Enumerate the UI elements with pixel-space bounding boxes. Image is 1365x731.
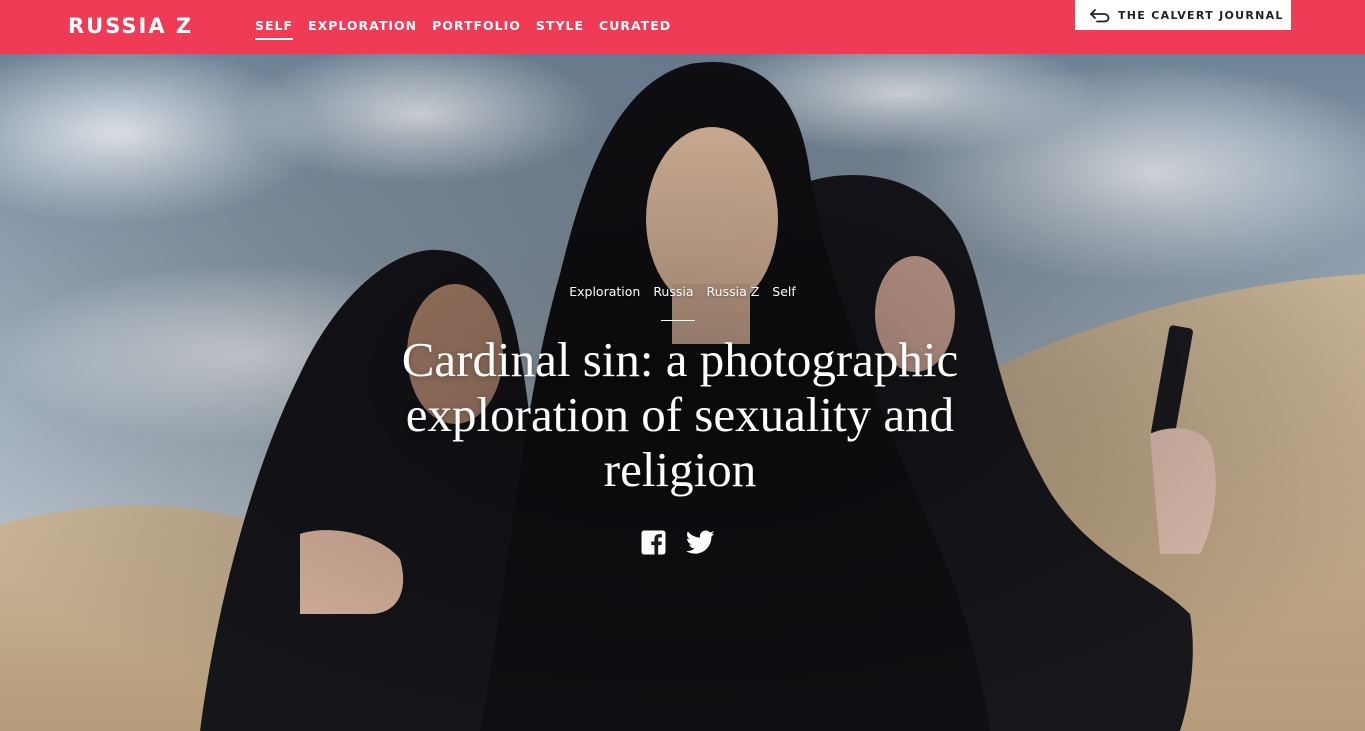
nav-item-portfolio[interactable]: PORTFOLIO: [432, 17, 521, 40]
hero-section: Exploration Russia Russia Z Self Cardina…: [0, 54, 1365, 731]
nav-item-self[interactable]: SELF: [255, 17, 294, 40]
calvert-journal-button[interactable]: THE CALVERT JOURNAL: [1075, 0, 1291, 30]
title-divider: [661, 320, 695, 321]
nav-item-exploration[interactable]: EXPLORATION: [308, 17, 417, 40]
calvert-journal-label: THE CALVERT JOURNAL: [1118, 8, 1284, 22]
main-nav: SELF EXPLORATION PORTFOLIO STYLE CURATED: [255, 17, 686, 40]
tag-self[interactable]: Self: [772, 284, 796, 299]
share-buttons: [641, 530, 715, 555]
article-tags: Exploration Russia Russia Z Self: [0, 284, 1365, 299]
nav-item-style[interactable]: STYLE: [536, 17, 584, 40]
twitter-icon[interactable]: [686, 530, 715, 555]
tag-russia[interactable]: Russia: [653, 284, 693, 299]
site-header: RUSSIA Z SELF EXPLORATION PORTFOLIO STYL…: [0, 0, 1365, 54]
tag-russia-z[interactable]: Russia Z: [707, 284, 760, 299]
site-logo[interactable]: RUSSIA Z: [68, 12, 193, 40]
article-title: Cardinal sin: a photographic exploration…: [401, 332, 959, 497]
return-arrow-icon: [1090, 9, 1110, 23]
tag-exploration[interactable]: Exploration: [569, 284, 640, 299]
nav-item-curated[interactable]: CURATED: [599, 17, 671, 40]
facebook-icon[interactable]: [641, 530, 666, 555]
